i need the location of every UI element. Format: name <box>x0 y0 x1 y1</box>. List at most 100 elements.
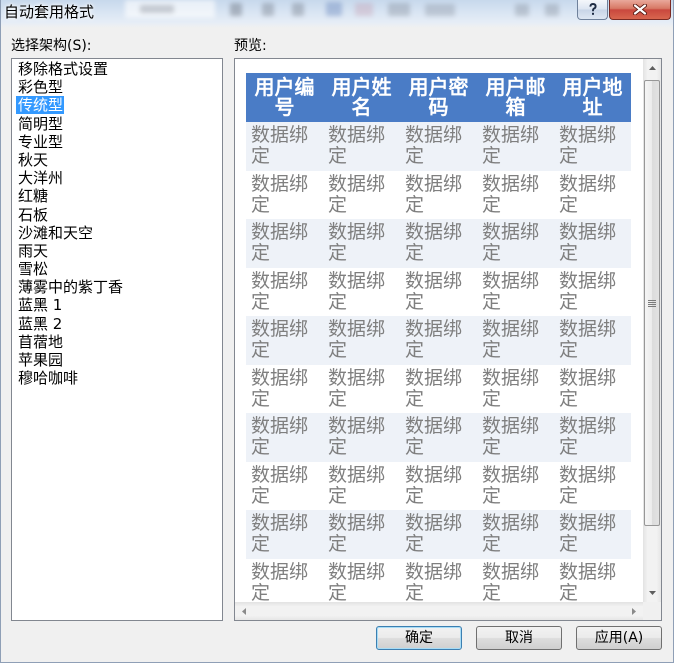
scheme-item-label: 移除格式设置 <box>18 60 109 78</box>
scroll-left-button[interactable] <box>235 602 253 620</box>
table-cell: 数据绑定 <box>400 413 477 462</box>
table-cell: 数据绑定 <box>246 364 323 413</box>
scheme-item-remove-formatting[interactable]: 移除格式设置 <box>12 60 222 78</box>
preview-table: 用户编号 用户姓名 用户密码 用户邮箱 用户地址 数据绑定 数据绑定 数据绑定 … <box>246 73 631 602</box>
table-cell: 数据绑定 <box>554 122 631 171</box>
table-cell: 数据绑定 <box>477 364 554 413</box>
table-cell: 数据绑定 <box>400 316 477 365</box>
table-cell: 数据绑定 <box>477 558 554 602</box>
preview-label: 预览: <box>234 38 267 54</box>
scheme-item-professional[interactable]: 专业型 <box>12 133 222 151</box>
table-cell: 数据绑定 <box>323 267 400 316</box>
blurred-background-toolbar <box>0 0 674 28</box>
scheme-item-label: 传统型 <box>16 96 65 115</box>
scheme-item-brown-sugar[interactable]: 红糖 <box>12 187 222 205</box>
blur-blob <box>355 3 373 16</box>
scheme-item-lilac-mist[interactable]: 薄雾中的紫丁香 <box>12 278 222 296</box>
scheme-item-colorful[interactable]: 彩色型 <box>12 78 222 96</box>
column-header-user-password: 用户密码 <box>400 73 477 122</box>
table-cell: 数据绑定 <box>477 413 554 462</box>
vertical-scroll-thumb[interactable] <box>644 80 660 526</box>
scrollbar-corner <box>643 602 661 620</box>
scroll-up-button[interactable] <box>643 59 661 77</box>
arrow-up-icon <box>648 66 656 70</box>
blur-blob <box>292 3 304 16</box>
scheme-item-clover-field[interactable]: 苜蓿地 <box>12 333 222 351</box>
scheme-item-label: 沙滩和天空 <box>18 223 94 242</box>
vertical-scrollbar[interactable] <box>643 59 661 602</box>
table-cell: 数据绑定 <box>323 461 400 510</box>
blur-blob <box>545 4 559 16</box>
blur-blob <box>140 5 174 13</box>
table-cell: 数据绑定 <box>477 170 554 219</box>
preview-pane[interactable]: 用户编号 用户姓名 用户密码 用户邮箱 用户地址 数据绑定 数据绑定 数据绑定 … <box>234 58 662 621</box>
table-cell: 数据绑定 <box>554 461 631 510</box>
scheme-item-classic[interactable]: 传统型 <box>12 96 222 115</box>
scheme-item-label: 简明型 <box>18 114 64 133</box>
table-cell: 数据绑定 <box>400 558 477 602</box>
scroll-right-button[interactable] <box>625 602 643 620</box>
scheme-item-label: 雪松 <box>18 260 49 279</box>
scheme-item-autumn[interactable]: 秋天 <box>12 151 222 169</box>
table-cell: 数据绑定 <box>554 219 631 268</box>
table-cell: 数据绑定 <box>554 558 631 602</box>
scheme-item-label: 穆哈咖啡 <box>18 369 79 388</box>
scheme-item-label: 秋天 <box>18 150 49 169</box>
scheme-item-blue-black-2[interactable]: 蓝黑 2 <box>12 315 222 333</box>
table-cell: 数据绑定 <box>246 316 323 365</box>
table-cell: 数据绑定 <box>400 219 477 268</box>
blur-blob <box>425 4 455 16</box>
scheme-item-cedar[interactable]: 雪松 <box>12 260 222 278</box>
cancel-button[interactable]: 取消 <box>476 626 562 650</box>
table-cell: 数据绑定 <box>400 364 477 413</box>
help-button[interactable] <box>577 0 608 20</box>
scheme-item-slate[interactable]: 石板 <box>12 206 222 224</box>
preview-viewport: 用户编号 用户姓名 用户密码 用户邮箱 用户地址 数据绑定 数据绑定 数据绑定 … <box>235 59 643 602</box>
scheme-item-label: 苹果园 <box>18 351 64 369</box>
scheme-item-label: 雨天 <box>18 241 49 260</box>
apply-button[interactable]: 应用(A) <box>576 626 662 650</box>
close-icon <box>633 4 647 15</box>
scheme-item-label: 苜蓿地 <box>18 332 64 351</box>
scheme-item-label: 专业型 <box>18 132 64 151</box>
blur-blob <box>262 3 274 16</box>
table-cell: 数据绑定 <box>400 510 477 559</box>
blur-blob <box>230 3 242 16</box>
table-cell: 数据绑定 <box>246 219 323 268</box>
scheme-item-label: 蓝黑 1 <box>18 296 63 315</box>
ok-button[interactable]: 确定 <box>376 626 462 650</box>
table-cell: 数据绑定 <box>554 316 631 365</box>
table-cell: 数据绑定 <box>400 122 477 171</box>
close-button[interactable] <box>609 0 671 20</box>
table-cell: 数据绑定 <box>323 510 400 559</box>
table-cell: 数据绑定 <box>477 267 554 316</box>
help-icon <box>588 3 597 15</box>
table-cell: 数据绑定 <box>477 461 554 510</box>
table-cell: 数据绑定 <box>323 170 400 219</box>
column-header-user-name: 用户姓名 <box>323 73 400 122</box>
blur-blob <box>388 3 410 16</box>
table-cell: 数据绑定 <box>246 558 323 602</box>
table-cell: 数据绑定 <box>246 510 323 559</box>
table-cell: 数据绑定 <box>323 413 400 462</box>
scheme-item-label: 蓝黑 2 <box>18 314 63 333</box>
title-bar[interactable]: 自动套用格式 <box>0 0 674 28</box>
scheme-item-label: 薄雾中的紫丁香 <box>18 278 124 297</box>
scheme-item-rainy-day[interactable]: 雨天 <box>12 242 222 260</box>
table-cell: 数据绑定 <box>554 170 631 219</box>
scheme-item-blue-black-1[interactable]: 蓝黑 1 <box>12 296 222 314</box>
scheme-item-mocha[interactable]: 穆哈咖啡 <box>12 369 222 387</box>
arrow-left-icon <box>242 607 246 615</box>
scheme-item-simple[interactable]: 简明型 <box>12 115 222 133</box>
table-cell: 数据绑定 <box>323 122 400 171</box>
table-cell: 数据绑定 <box>323 316 400 365</box>
scroll-down-button[interactable] <box>643 584 661 602</box>
table-cell: 数据绑定 <box>246 267 323 316</box>
horizontal-scrollbar[interactable] <box>235 602 643 620</box>
scheme-item-oceanic[interactable]: 大洋州 <box>12 169 222 187</box>
scheme-listbox[interactable]: 移除格式设置 彩色型 传统型 简明型 专业型 秋天 大洋州 红糖 石板 沙滩和天… <box>11 58 223 621</box>
scheme-item-sand-and-sky[interactable]: 沙滩和天空 <box>12 224 222 242</box>
blur-blob <box>515 4 529 16</box>
table-cell: 数据绑定 <box>323 364 400 413</box>
scheme-item-apple-orchard[interactable]: 苹果园 <box>12 351 222 369</box>
